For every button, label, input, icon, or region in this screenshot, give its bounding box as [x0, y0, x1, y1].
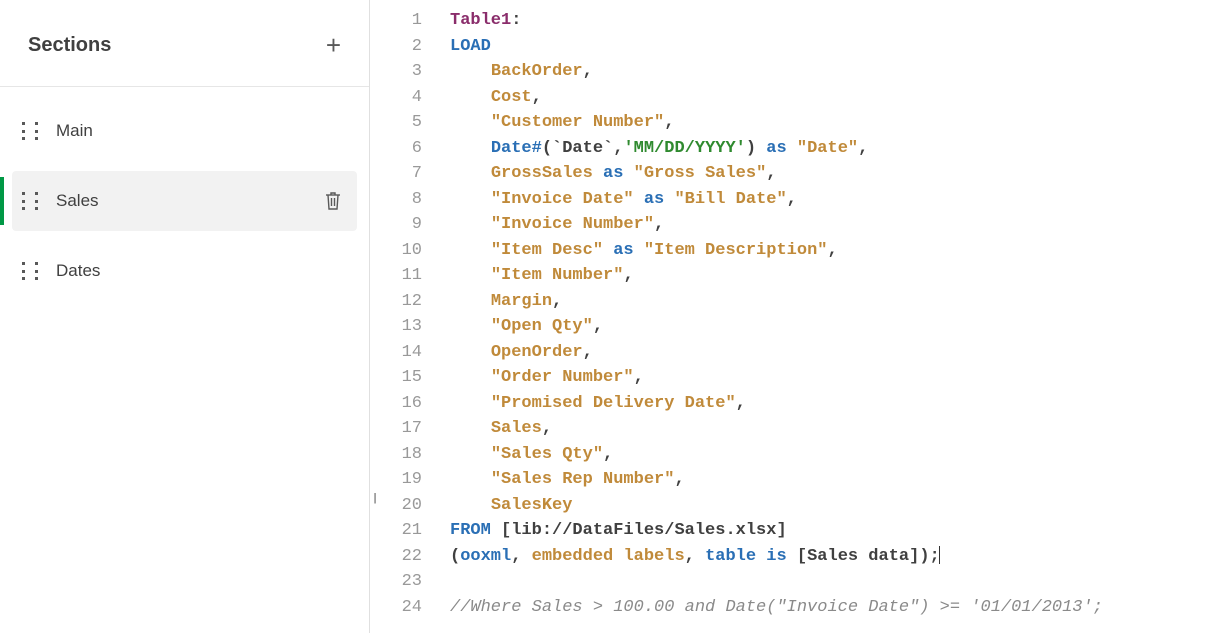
drag-handle-icon[interactable] — [22, 122, 38, 140]
line-number: 18 — [370, 442, 422, 468]
code-line[interactable]: Sales, — [450, 416, 1220, 442]
code-line[interactable]: Date#(`Date`,'MM/DD/YYYY') as "Date", — [450, 136, 1220, 162]
line-number: 22 — [370, 544, 422, 570]
line-number: 11 — [370, 263, 422, 289]
drag-handle-icon[interactable] — [22, 192, 38, 210]
code-line[interactable]: "Item Desc" as "Item Description", — [450, 238, 1220, 264]
drag-handle-icon[interactable] — [22, 262, 38, 280]
delete-section-icon[interactable] — [323, 190, 343, 212]
section-item-sales[interactable]: Sales — [12, 171, 357, 231]
code-line[interactable]: Table1: — [450, 8, 1220, 34]
add-section-icon[interactable]: + — [326, 32, 341, 58]
code-area[interactable]: Table1:LOAD BackOrder, Cost, "Customer N… — [450, 8, 1220, 633]
code-line[interactable]: (ooxml, embedded labels, table is [Sales… — [450, 544, 1220, 570]
code-line[interactable]: OpenOrder, — [450, 340, 1220, 366]
line-number-gutter: 123456789101112131415161718192021222324 — [370, 8, 450, 633]
section-item-label: Sales — [56, 191, 323, 211]
code-line[interactable]: BackOrder, — [450, 59, 1220, 85]
code-line[interactable]: "Order Number", — [450, 365, 1220, 391]
line-number: 13 — [370, 314, 422, 340]
code-line[interactable]: "Sales Rep Number", — [450, 467, 1220, 493]
line-number: 24 — [370, 595, 422, 621]
line-number: 17 — [370, 416, 422, 442]
code-line[interactable]: "Invoice Date" as "Bill Date", — [450, 187, 1220, 213]
code-line[interactable]: //Where Sales > 100.00 and Date("Invoice… — [450, 595, 1220, 621]
line-number: 6 — [370, 136, 422, 162]
code-line[interactable]: "Item Number", — [450, 263, 1220, 289]
line-number: 14 — [370, 340, 422, 366]
code-line[interactable]: "Sales Qty", — [450, 442, 1220, 468]
line-number: 12 — [370, 289, 422, 315]
code-editor[interactable]: 123456789101112131415161718192021222324 … — [370, 0, 1220, 633]
code-line[interactable]: "Promised Delivery Date", — [450, 391, 1220, 417]
line-number: 21 — [370, 518, 422, 544]
code-line[interactable]: Margin, — [450, 289, 1220, 315]
code-line[interactable]: LOAD — [450, 34, 1220, 60]
line-number: 8 — [370, 187, 422, 213]
code-line[interactable]: SalesKey — [450, 493, 1220, 519]
line-number: 15 — [370, 365, 422, 391]
line-number: 20 — [370, 493, 422, 519]
line-number: 10 — [370, 238, 422, 264]
line-number: 19 — [370, 467, 422, 493]
sidebar-header: Sections + — [0, 0, 369, 87]
code-line[interactable] — [450, 569, 1220, 595]
resize-handle-icon[interactable]: || — [373, 492, 375, 504]
line-number: 1 — [370, 8, 422, 34]
line-number: 23 — [370, 569, 422, 595]
line-number: 3 — [370, 59, 422, 85]
sections-sidebar: Sections + MainSalesDates || — [0, 0, 370, 633]
sidebar-title: Sections — [28, 34, 111, 57]
line-number: 2 — [370, 34, 422, 60]
section-item-label: Main — [56, 121, 343, 141]
line-number: 7 — [370, 161, 422, 187]
section-item-dates[interactable]: Dates — [12, 241, 357, 301]
code-line[interactable]: Cost, — [450, 85, 1220, 111]
code-line[interactable]: "Open Qty", — [450, 314, 1220, 340]
code-line[interactable]: FROM [lib://DataFiles/Sales.xlsx] — [450, 518, 1220, 544]
line-number: 5 — [370, 110, 422, 136]
line-number: 9 — [370, 212, 422, 238]
line-number: 4 — [370, 85, 422, 111]
code-line[interactable]: "Invoice Number", — [450, 212, 1220, 238]
section-item-label: Dates — [56, 261, 343, 281]
section-list: Main Sales Dates — [0, 87, 369, 311]
code-line[interactable]: GrossSales as "Gross Sales", — [450, 161, 1220, 187]
line-number: 16 — [370, 391, 422, 417]
section-item-main[interactable]: Main — [12, 101, 357, 161]
code-line[interactable]: "Customer Number", — [450, 110, 1220, 136]
